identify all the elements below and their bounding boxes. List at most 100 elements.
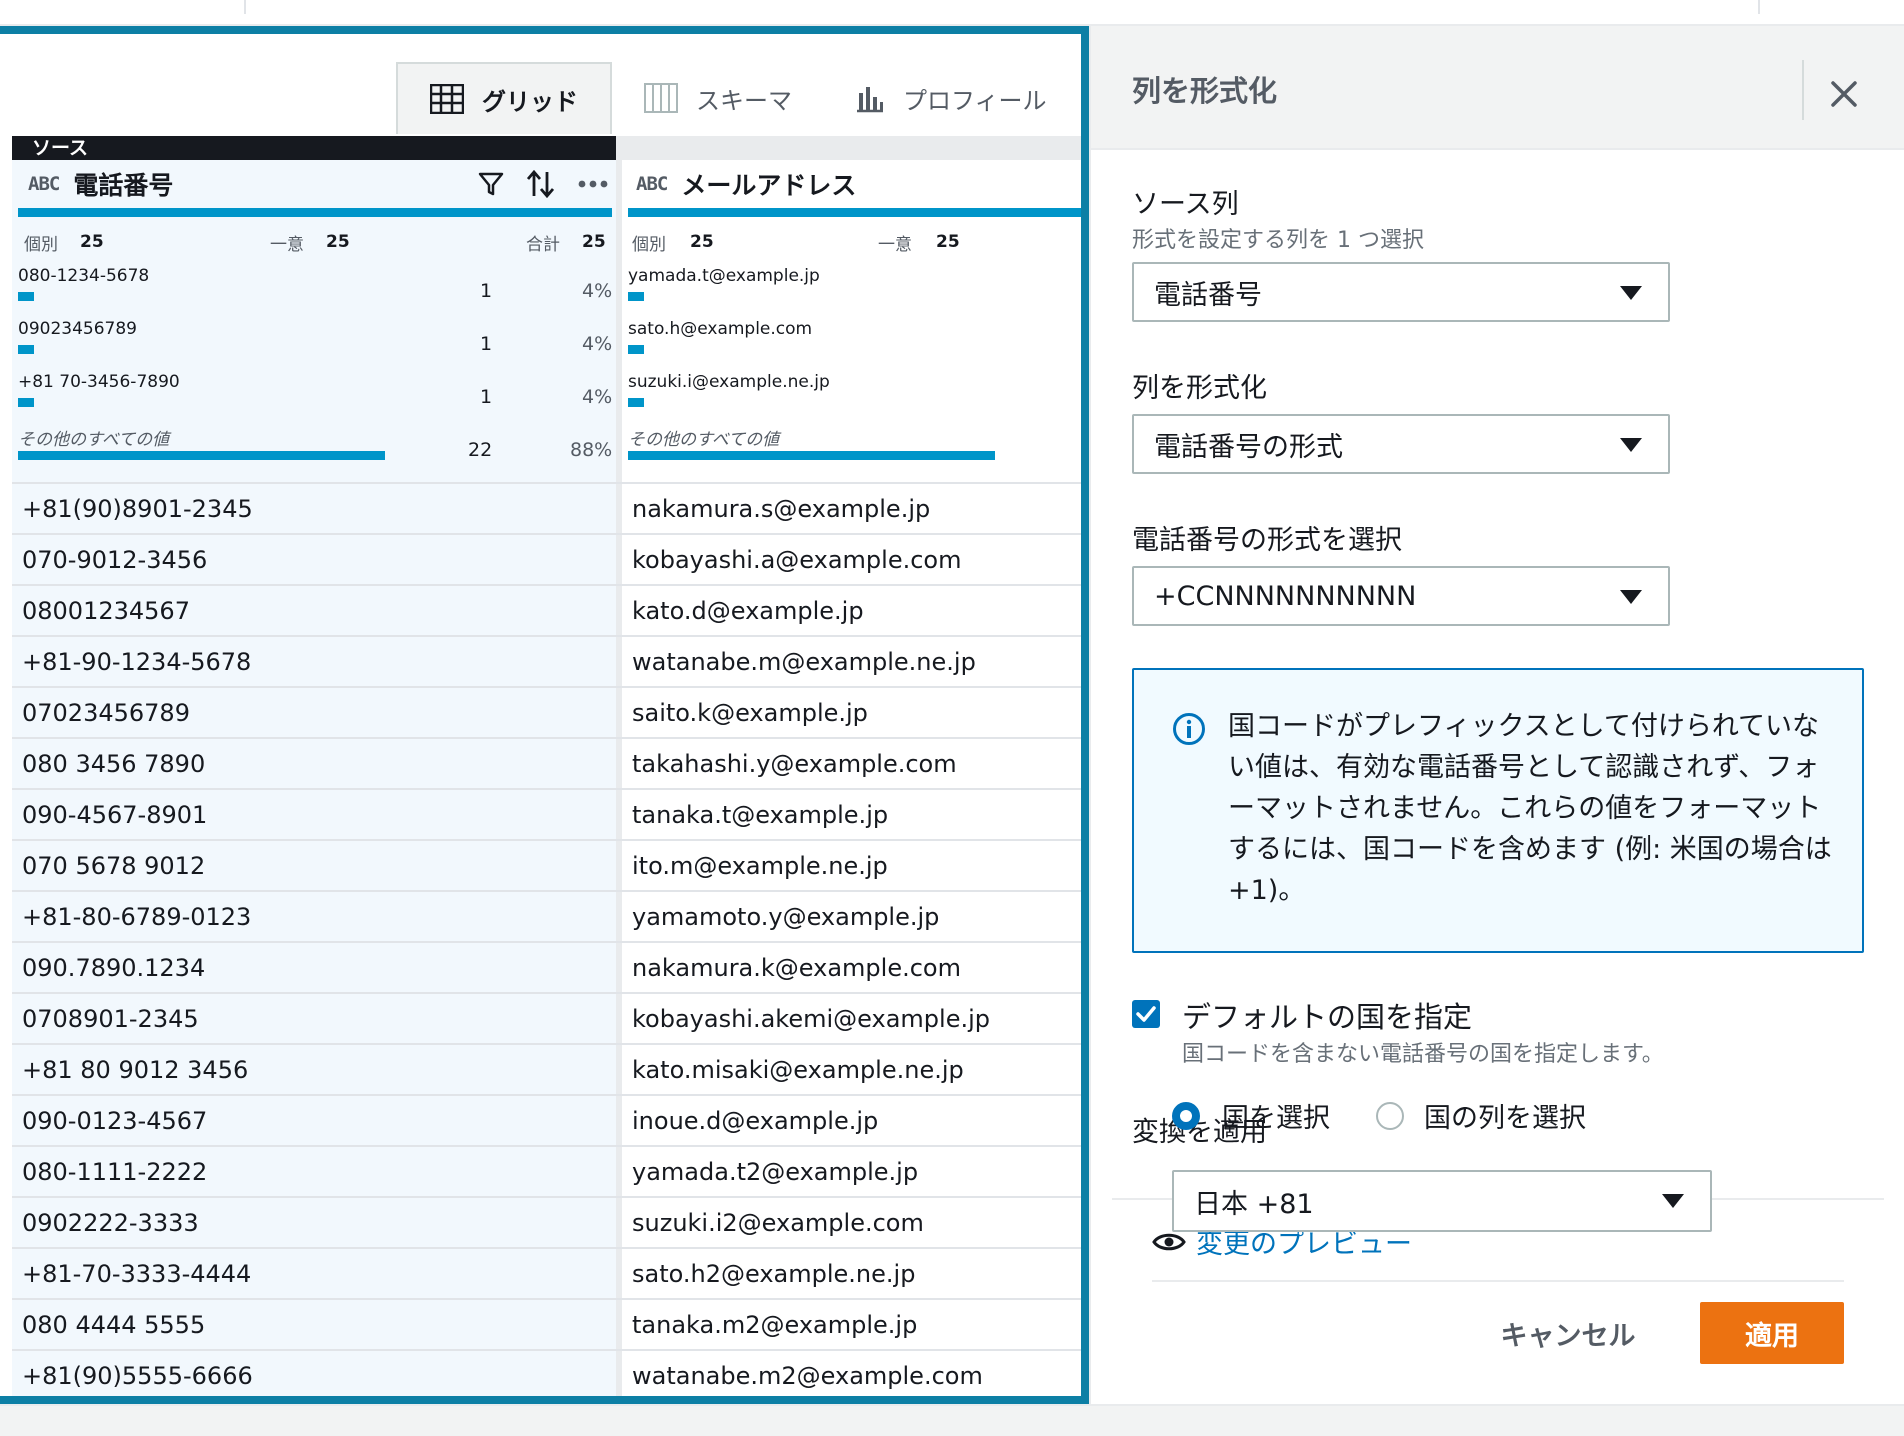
column-header-phone[interactable]: ABC 電話番号	[28, 160, 608, 208]
value-percent: 4%	[582, 280, 613, 302]
default-country-checkbox[interactable]	[1132, 1000, 1160, 1028]
email-cell[interactable]: kato.d@example.jp	[632, 586, 1077, 636]
unique-value: 25	[936, 232, 960, 252]
top-bar-divider	[244, 0, 246, 14]
select-value: 日本 +81	[1194, 1188, 1314, 1220]
phone-cell[interactable]: +81-70-3333-4444	[22, 1249, 612, 1299]
email-cell[interactable]: nakamura.s@example.jp	[632, 484, 1077, 534]
column-header-email[interactable]: ABC メールアドレス	[636, 160, 1076, 208]
column-divider[interactable]	[616, 136, 622, 1396]
phone-cell[interactable]: 090-0123-4567	[22, 1096, 612, 1146]
top-value: suzuki.i@example.ne.jp	[628, 372, 830, 392]
column-name: 電話番号	[73, 171, 174, 200]
value-frequency-bar	[18, 398, 34, 407]
value-frequency-bar	[628, 292, 644, 301]
select-value: +CCNNNNNNNNNN	[1154, 580, 1417, 612]
source-badge-bar	[12, 136, 616, 160]
email-cell[interactable]: nakamura.k@example.com	[632, 943, 1077, 993]
value-percent: 4%	[582, 386, 613, 408]
close-button[interactable]	[1820, 70, 1868, 118]
top-value: yamada.t@example.jp	[628, 266, 820, 286]
phone-cell[interactable]: +81-80-6789-0123	[22, 892, 612, 942]
close-icon	[1831, 81, 1857, 107]
format-type-select[interactable]: 電話番号の形式	[1132, 414, 1670, 474]
select-country-column-radio-label: 国の列を選択	[1424, 1103, 1586, 1134]
phone-cell[interactable]: 0708901-2345	[22, 994, 612, 1044]
grid-icon	[430, 84, 464, 114]
email-cell[interactable]: inoue.d@example.jp	[632, 1096, 1077, 1146]
footer-divider	[1152, 1280, 1844, 1282]
phone-cell[interactable]: 07023456789	[22, 688, 612, 738]
unique-label: 一意	[878, 235, 912, 255]
top-value: 09023456789	[18, 319, 137, 339]
phone-cell[interactable]: 070 5678 9012	[22, 841, 612, 891]
phone-cell[interactable]: 080-1111-2222	[22, 1147, 612, 1197]
phone-cell[interactable]: 080 3456 7890	[22, 739, 612, 789]
column-name: メールアドレス	[681, 171, 857, 200]
email-cell[interactable]: ito.m@example.ne.jp	[632, 841, 1077, 891]
select-country-radio-label: 国を選択	[1222, 1103, 1330, 1134]
top-bar-divider	[1758, 0, 1760, 14]
caret-down-icon	[1620, 286, 1642, 300]
phone-cell[interactable]: +81(90)5555-6666	[22, 1351, 612, 1401]
info-icon	[1173, 713, 1205, 745]
email-cell[interactable]: watanabe.m2@example.com	[632, 1351, 1077, 1401]
email-cell[interactable]: tanaka.m2@example.jp	[632, 1300, 1077, 1350]
email-cell[interactable]: takahashi.y@example.com	[632, 739, 1077, 789]
phone-cell[interactable]: +81(90)8901-2345	[22, 484, 612, 534]
email-cell[interactable]: saito.k@example.jp	[632, 688, 1077, 738]
header-divider	[1802, 60, 1804, 120]
email-cell[interactable]: watanabe.m@example.ne.jp	[632, 637, 1077, 687]
sort-icon[interactable]	[526, 170, 556, 198]
panel-title: 列を形式化	[1132, 74, 1278, 108]
phone-format-select[interactable]: +CCNNNNNNNNNN	[1132, 566, 1670, 626]
caret-down-icon	[1662, 1194, 1684, 1208]
phone-cell[interactable]: +81-90-1234-5678	[22, 637, 612, 687]
caret-down-icon	[1620, 590, 1642, 604]
email-cell[interactable]: suzuki.i2@example.com	[632, 1198, 1077, 1248]
source-column-select[interactable]: 電話番号	[1132, 262, 1670, 322]
default-country-description: 国コードを含まない電話番号の国を指定します。	[1182, 1042, 1664, 1067]
tab-schema-label: スキーマ	[696, 86, 792, 115]
phone-cell[interactable]: 08001234567	[22, 586, 612, 636]
tab-schema[interactable]: スキーマ	[644, 62, 814, 134]
unique-label: 一意	[270, 235, 304, 255]
filter-icon[interactable]	[478, 171, 504, 197]
value-frequency-bar	[18, 451, 385, 460]
email-cell[interactable]: yamamoto.y@example.jp	[632, 892, 1077, 942]
cancel-button[interactable]: キャンセル	[1478, 1302, 1658, 1364]
value-count: 1	[480, 386, 493, 408]
phone-cell[interactable]: 070-9012-3456	[22, 535, 612, 585]
apply-button[interactable]: 適用	[1700, 1302, 1844, 1364]
phone-cell[interactable]: 0902222-3333	[22, 1198, 612, 1248]
select-value: 電話番号	[1154, 279, 1262, 311]
tab-grid[interactable]: グリッド	[396, 62, 612, 134]
email-cell[interactable]: sato.h2@example.ne.jp	[632, 1249, 1077, 1299]
email-cell[interactable]: tanaka.t@example.jp	[632, 790, 1077, 840]
tab-profile[interactable]: プロフィール	[855, 62, 1080, 134]
select-country-column-radio[interactable]	[1376, 1102, 1404, 1130]
email-cell[interactable]: yamada.t2@example.jp	[632, 1147, 1077, 1197]
format-column-label: 列を形式化	[1132, 373, 1267, 404]
string-type-icon: ABC	[28, 173, 60, 195]
caret-down-icon	[1620, 438, 1642, 452]
source-column-description: 形式を設定する列を 1 つ選択	[1132, 228, 1424, 253]
country-select[interactable]: 日本 +81	[1172, 1170, 1712, 1232]
email-cell[interactable]: kato.misaki@example.ne.jp	[632, 1045, 1077, 1095]
profile-icon	[857, 87, 883, 113]
email-cell[interactable]: kobayashi.a@example.com	[632, 535, 1077, 585]
more-icon[interactable]	[578, 180, 608, 188]
column-top-bar	[622, 136, 1081, 160]
email-cell[interactable]: kobayashi.akemi@example.jp	[632, 994, 1077, 1044]
phone-cell[interactable]: 080 4444 5555	[22, 1300, 612, 1350]
phone-cell[interactable]: 090-4567-8901	[22, 790, 612, 840]
select-country-radio[interactable]	[1172, 1102, 1200, 1130]
value-percent: 88%	[570, 439, 613, 461]
top-bar	[0, 0, 1904, 26]
distinct-value: 25	[690, 232, 714, 252]
value-frequency-bar	[18, 292, 34, 301]
default-country-label: デフォルトの国を指定	[1182, 1000, 1473, 1034]
phone-cell[interactable]: +81 80 9012 3456	[22, 1045, 612, 1095]
phone-cell[interactable]: 090.7890.1234	[22, 943, 612, 993]
check-icon	[1136, 1006, 1156, 1022]
